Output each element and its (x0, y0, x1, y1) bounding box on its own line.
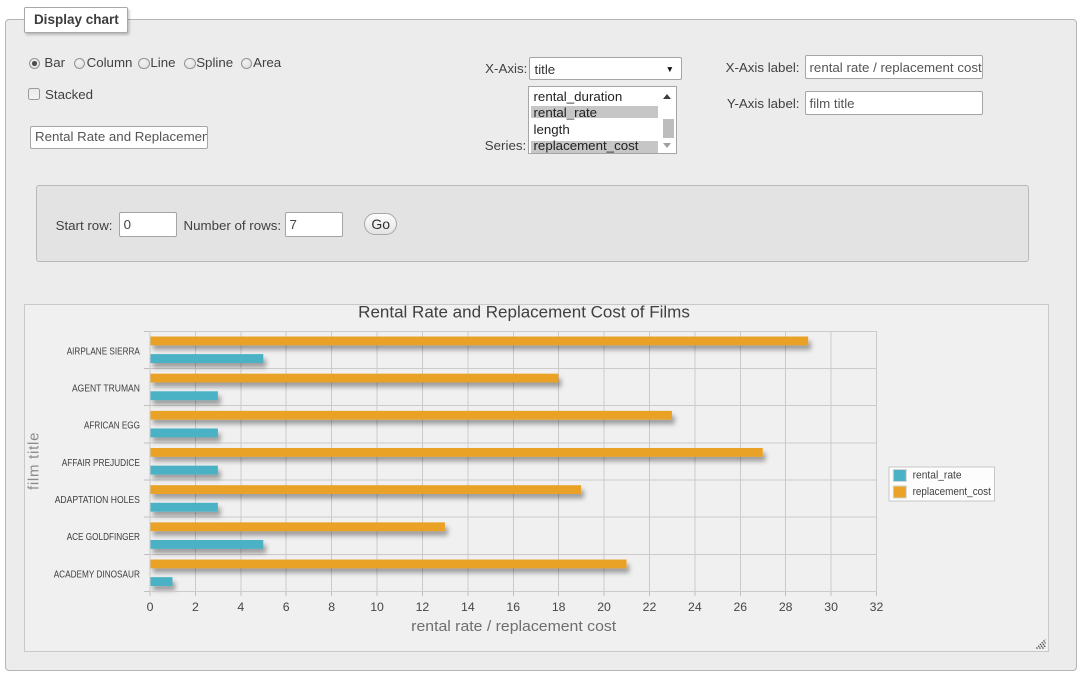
svg-text:AFRICAN EGG: AFRICAN EGG (84, 421, 140, 432)
svg-text:12: 12 (416, 600, 430, 614)
svg-text:ADAPTATION HOLES: ADAPTATION HOLES (55, 495, 140, 506)
svg-text:rental_rate: rental_rate (913, 470, 962, 482)
svg-text:replacement_cost: replacement_cost (913, 486, 991, 498)
svg-text:rental rate / replacement cost: rental rate / replacement cost (411, 618, 617, 635)
svg-text:28: 28 (779, 600, 793, 614)
svg-text:ACE GOLDFINGER: ACE GOLDFINGER (67, 532, 140, 543)
svg-text:ACADEMY DINOSAUR: ACADEMY DINOSAUR (54, 569, 140, 580)
svg-text:30: 30 (824, 600, 838, 614)
svg-text:20: 20 (597, 600, 611, 614)
svg-text:14: 14 (461, 600, 475, 614)
svg-text:26: 26 (733, 600, 747, 614)
svg-text:10: 10 (370, 600, 384, 614)
svg-text:6: 6 (283, 600, 290, 614)
svg-text:AIRPLANE SIERRA: AIRPLANE SIERRA (67, 346, 140, 357)
svg-text:18: 18 (552, 600, 566, 614)
svg-text:24: 24 (688, 600, 702, 614)
svg-text:16: 16 (506, 600, 520, 614)
svg-text:AGENT TRUMAN: AGENT TRUMAN (72, 384, 140, 395)
svg-text:2: 2 (192, 600, 199, 614)
svg-text:0: 0 (147, 600, 154, 614)
svg-text:AFFAIR PREJUDICE: AFFAIR PREJUDICE (62, 458, 140, 469)
svg-text:22: 22 (643, 600, 657, 614)
svg-text:8: 8 (328, 600, 335, 614)
svg-text:Rental Rate and Replacement Co: Rental Rate and Replacement Cost of Film… (358, 304, 690, 322)
svg-text:32: 32 (870, 600, 884, 614)
svg-text:4: 4 (237, 600, 244, 614)
svg-text:film title: film title (26, 433, 43, 491)
